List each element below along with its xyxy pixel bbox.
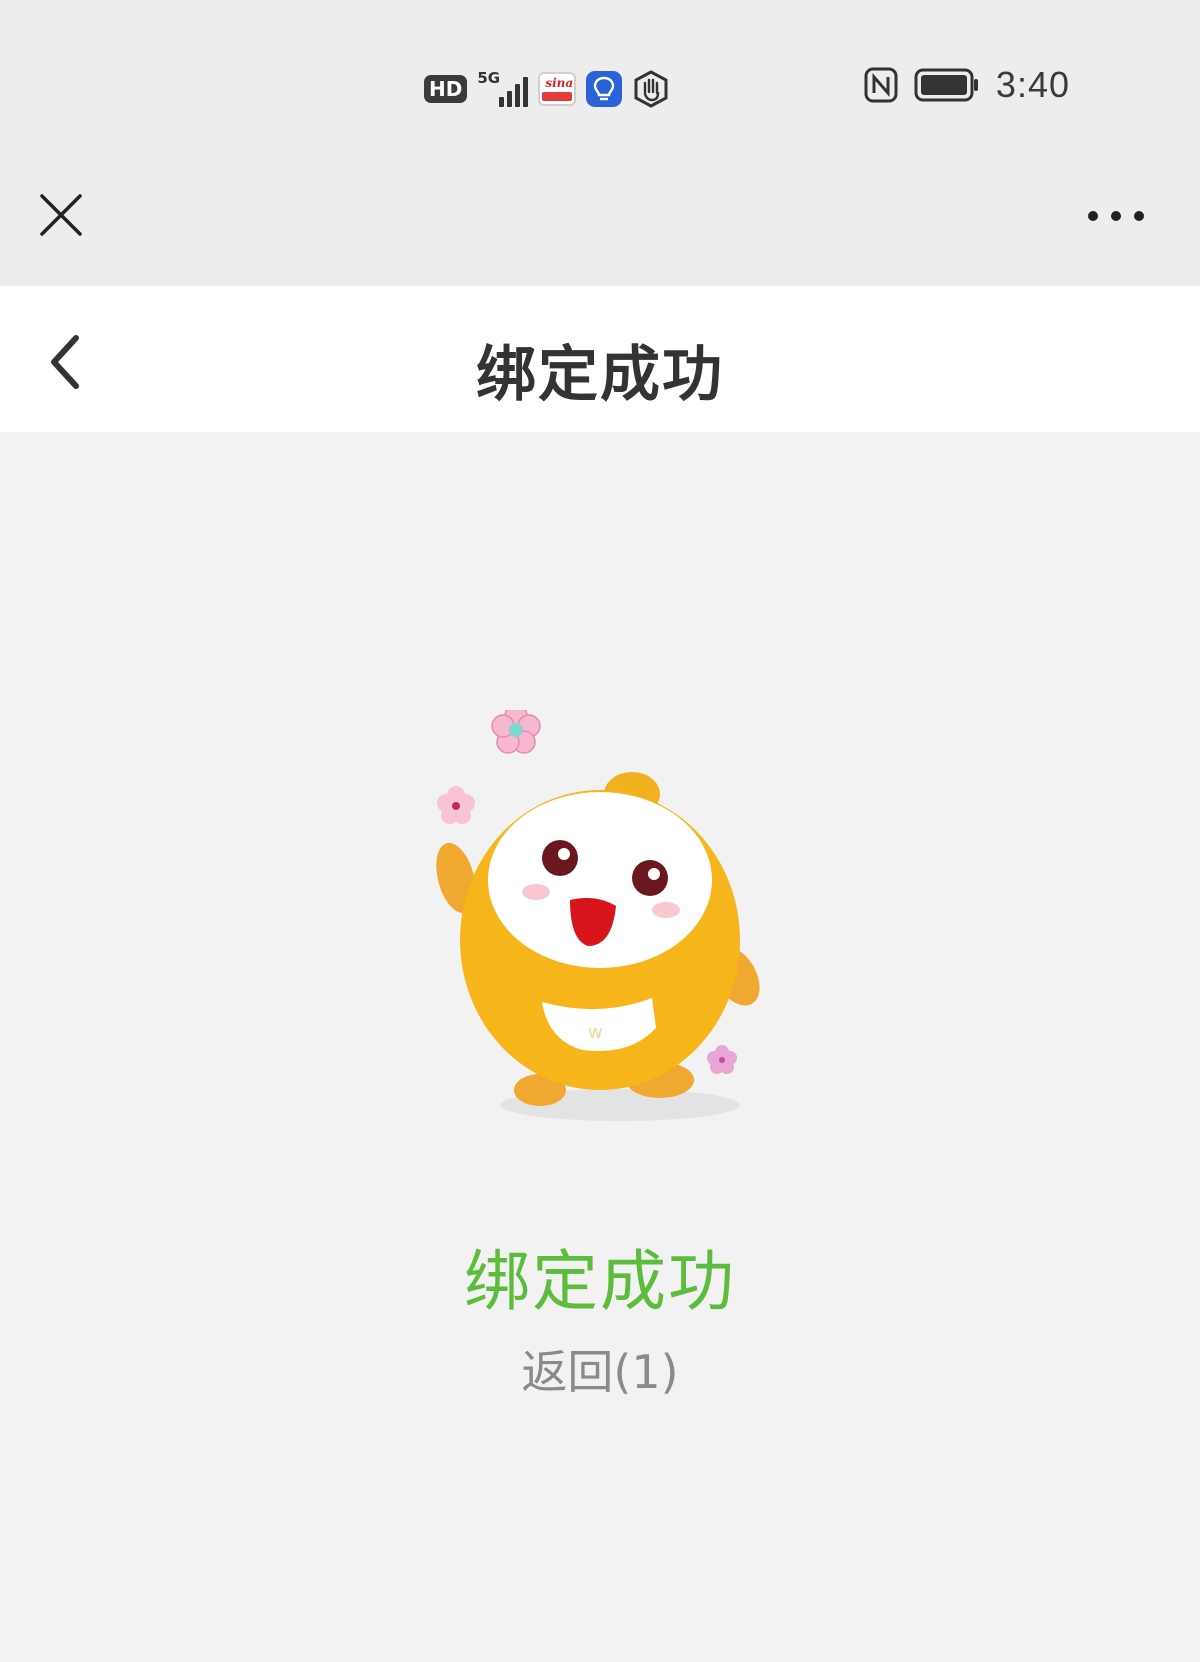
status-icons-left: HD 5G sina [424,69,670,108]
back-countdown-link[interactable]: 返回(1) [0,1336,1200,1402]
hd-icon: HD [424,75,468,103]
browser-toolbar [0,170,1200,286]
more-dots-icon[interactable] [1088,196,1144,236]
signal-5g-icon: 5G [477,69,529,107]
clock: 3:40 [995,64,1070,105]
success-message: 绑定成功 [464,1243,736,1320]
page-header: 绑定成功 [0,286,1200,432]
status-bar: HD 5G sina 3:40 [0,0,1200,170]
mascot-waving-illustration: w [436,710,760,1121]
bulb-app-icon [586,71,623,107]
nfc-icon [864,67,898,103]
hand-app-icon [634,70,668,108]
status-icons-right: 3:40 [864,64,1070,106]
svg-text:w: w [588,1022,603,1043]
battery-icon [914,68,978,102]
sina-app-icon: sina [538,72,577,106]
network-type-label: 5G [477,69,501,87]
close-icon[interactable] [36,190,86,240]
page-title: 绑定成功 [476,340,724,410]
